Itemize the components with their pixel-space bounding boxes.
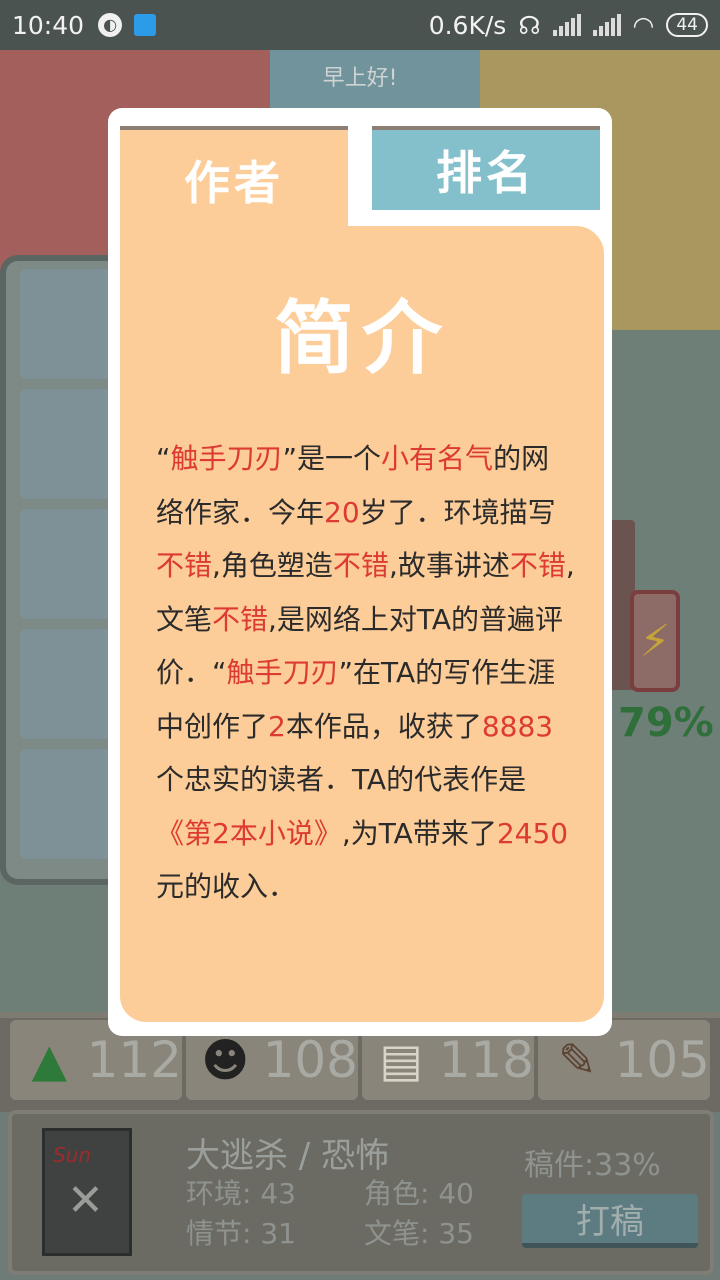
author-age: 20 [324, 495, 360, 529]
status-bar: 10:40 ◐ 0.6K/s ☊ ◠ 44 [0, 0, 720, 50]
author-profile-card: 简介 “触手刀刃”是一个小有名气的网络作家．今年20岁了．环境描写不错,角色塑造… [120, 226, 604, 1022]
book-icon: ▤ [379, 1033, 424, 1087]
tab-author[interactable]: 作者 [120, 126, 348, 230]
crossed-guns-icon: ✕ [67, 1175, 104, 1226]
app-notification-icon [134, 14, 157, 36]
novel-title: 大逃杀 / 恐怖 [186, 1136, 390, 1176]
author-name: 触手刀刃 [170, 442, 283, 475]
signal-icon [552, 14, 581, 36]
battery-icon: 44 [666, 13, 708, 37]
wifi-icon: ◠ [632, 10, 655, 40]
greeting-text: 早上好! [322, 66, 398, 91]
signal-icon [592, 14, 621, 36]
novel-role: 角色: 40 [364, 1177, 474, 1210]
author-description: “触手刀刃”是一个小有名气的网络作家．今年20岁了．环境描写不错,角色塑造不错,… [156, 432, 576, 914]
author-name: 触手刀刃 [226, 656, 339, 689]
environment-rating: 不错 [156, 549, 213, 582]
novel-cover[interactable]: Sun ✕ [42, 1128, 132, 1256]
energy-percent: 79% [618, 700, 714, 746]
income-amount: 2450 [496, 816, 569, 850]
novel-style: 文笔: 35 [364, 1217, 474, 1250]
role-rating: 不错 [332, 549, 389, 582]
style-rating: 不错 [212, 602, 269, 636]
desc-text: ,角色塑造 [212, 549, 333, 582]
write-draft-button[interactable]: 打稿 [522, 1194, 698, 1248]
draft-progress: 稿件:33% [524, 1148, 661, 1183]
desc-text: ,故事讲述 [388, 549, 510, 582]
tree-icon: ▲ [31, 1033, 67, 1087]
desc-text: ”是一个 [282, 442, 382, 475]
novel-environment: 环境: 43 [186, 1177, 296, 1210]
novel-plot: 情节: 31 [186, 1217, 296, 1250]
work-count: 2 [268, 709, 286, 743]
desc-text: 本作品，收获了 [285, 709, 482, 743]
stat-value: 108 [262, 1031, 358, 1089]
desc-text: 元的收入． [156, 870, 297, 903]
profile-title: 简介 [274, 292, 450, 385]
headset-icon: ☊ [518, 10, 541, 40]
masterpiece-title: 《第2本小说》 [156, 816, 342, 850]
energy-battery-icon: ⚡ [630, 590, 680, 692]
status-time: 10:40 [12, 10, 85, 40]
desc-text: 岁了．环境描写 [359, 495, 556, 529]
reader-count: 8883 [481, 709, 554, 743]
network-speed: 0.6K/s [428, 10, 507, 40]
tab-ranking[interactable]: 排名 [372, 126, 600, 218]
desc-text: ,为TA带来了 [341, 816, 497, 850]
desc-text: 个忠实的读者．TA的代表作是 [156, 763, 527, 796]
stat-value: 105 [614, 1031, 710, 1089]
cover-title: Sun [53, 1143, 92, 1167]
stat-value: 118 [438, 1031, 534, 1089]
stat-value: 112 [86, 1031, 182, 1089]
character-icon: ☻ [201, 1033, 250, 1087]
fame-level: 小有名气 [381, 442, 494, 475]
globe-icon: ◐ [98, 13, 123, 37]
pencil-icon: ✎ [558, 1033, 597, 1087]
desc-text: “ [156, 442, 171, 475]
story-rating: 不错 [509, 549, 566, 582]
